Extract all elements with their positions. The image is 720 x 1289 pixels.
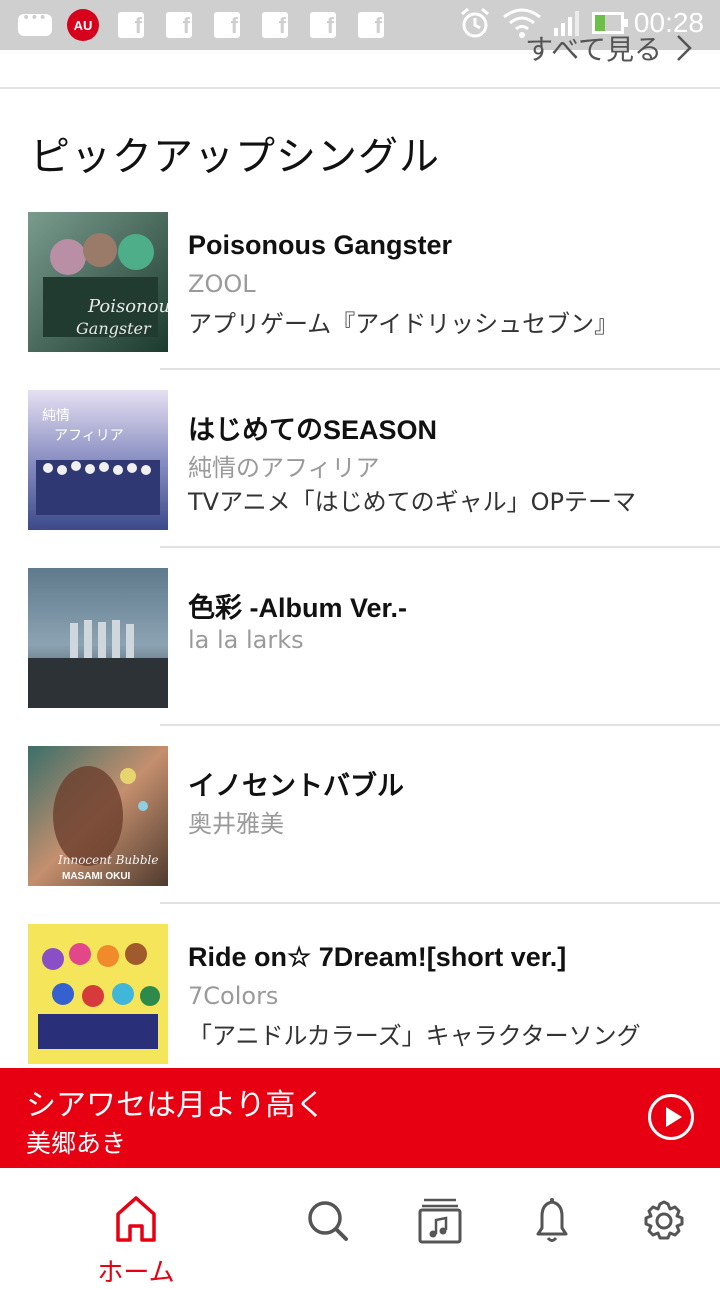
- now-playing-bar[interactable]: シアワセは月より高く 美郷あき: [0, 1068, 720, 1168]
- single-title: はじめてのSEASON: [188, 415, 438, 445]
- now-playing-artist: 美郷あき: [26, 1129, 127, 1158]
- single-description: TVアニメ「はじめてのギャル」OPテーマ: [188, 488, 636, 516]
- single-title: イノセントバブル: [188, 771, 404, 801]
- list-item[interactable]: 純情 アフィリア はじめてのSEASON 純情のアフィリア TVアニメ「はじめて…: [0, 370, 720, 548]
- single-list: Poisonous Gangster Poisonous Gangster ZO…: [0, 192, 720, 1082]
- single-artist: 7Colors: [188, 982, 279, 1010]
- nav-notifications[interactable]: [512, 1188, 592, 1268]
- list-item[interactable]: 色彩 -Album Ver.- la la larks: [0, 548, 720, 726]
- alarm-icon: [460, 7, 489, 38]
- bottom-nav: ホーム: [0, 1168, 720, 1288]
- album-art: Innocent Bubble MASAMI OKUI: [28, 746, 168, 886]
- facebook-icon: f: [306, 8, 340, 42]
- list-item[interactable]: Poisonous Gangster Poisonous Gangster ZO…: [0, 192, 720, 370]
- single-artist: 純情のアフィリア: [188, 454, 380, 482]
- home-icon: [116, 1196, 156, 1242]
- album-art: [28, 924, 168, 1064]
- section-title: ピックアップシングル: [30, 134, 440, 180]
- single-description: 「アニドルカラーズ」キャラクターソング: [188, 1022, 641, 1050]
- facebook-icon: f: [162, 8, 196, 42]
- facebook-icon: f: [114, 8, 148, 42]
- single-title: Poisonous Gangster: [188, 230, 453, 260]
- see-all-link[interactable]: すべて見る: [525, 28, 692, 68]
- play-icon[interactable]: [648, 1094, 694, 1140]
- bell-icon: [536, 1198, 568, 1242]
- notification-icons: AU f f f f f f: [18, 8, 388, 42]
- single-title: 色彩 -Album Ver.-: [188, 593, 408, 623]
- svg-text:MASAMI OKUI: MASAMI OKUI: [62, 871, 131, 882]
- au-icon: AU: [66, 8, 100, 42]
- single-description: アプリゲーム『アイドリッシュセブン』: [188, 310, 619, 338]
- nav-library[interactable]: [400, 1188, 480, 1268]
- music-library-icon: [418, 1198, 462, 1244]
- nav-home-label: ホーム: [97, 1258, 175, 1288]
- nav-home[interactable]: ホーム: [96, 1188, 176, 1288]
- list-item[interactable]: Ride on☆ 7Dream![short ver.] 7Colors 「アニ…: [0, 904, 720, 1082]
- album-art: Poisonous Gangster: [28, 212, 168, 352]
- album-art: 純情 アフィリア: [28, 390, 168, 530]
- single-artist: la la larks: [188, 626, 304, 654]
- album-art: [28, 568, 168, 708]
- facebook-icon: f: [354, 8, 388, 42]
- single-title: Ride on☆ 7Dream![short ver.]: [188, 942, 567, 972]
- divider: [0, 87, 720, 89]
- see-all-label: すべて見る: [525, 33, 662, 66]
- nav-search[interactable]: [288, 1188, 368, 1268]
- gear-icon: [644, 1200, 684, 1240]
- list-item[interactable]: Innocent Bubble MASAMI OKUI イノセントバブル 奥井雅…: [0, 726, 720, 904]
- facebook-icon: f: [210, 8, 244, 42]
- au-icon-label: AU: [67, 9, 99, 41]
- single-artist: ZOOL: [188, 270, 256, 298]
- svg-text:Innocent Bubble: Innocent Bubble: [57, 853, 158, 867]
- single-artist: 奥井雅美: [188, 810, 284, 838]
- svg-text:アフィリア: アフィリア: [54, 428, 124, 444]
- chevron-right-icon: [677, 35, 692, 61]
- now-playing-title: シアワセは月より高く: [26, 1088, 326, 1123]
- svg-text:Poisonous: Poisonous: [87, 296, 168, 317]
- nav-settings[interactable]: [624, 1188, 704, 1268]
- svg-text:Gangster: Gangster: [76, 319, 152, 338]
- search-icon: [308, 1201, 348, 1241]
- svg-text:純情: 純情: [42, 408, 70, 424]
- chat-icon: [18, 8, 52, 42]
- facebook-icon: f: [258, 8, 292, 42]
